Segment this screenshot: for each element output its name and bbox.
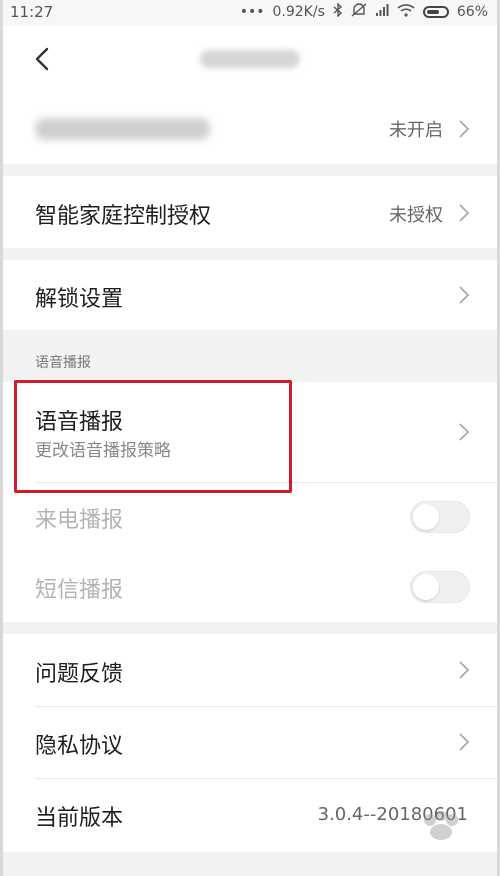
battery-percent: 66% xyxy=(456,4,488,20)
settings-row-blurred[interactable]: 未开启 xyxy=(0,94,500,164)
nav-bar xyxy=(0,26,500,94)
chevron-right-icon xyxy=(459,423,470,441)
sms-broadcast-toggle[interactable] xyxy=(410,571,470,603)
settings-row-call-broadcast: 来电播报 xyxy=(0,482,500,552)
settings-row-voice-broadcast[interactable]: 语音播报 更改语音播报策略 xyxy=(0,382,500,482)
chevron-left-icon xyxy=(35,47,49,71)
row-label: 当前版本 xyxy=(35,806,124,831)
blurred-label xyxy=(35,118,210,140)
settings-row-smart-home-auth[interactable]: 智能家庭控制授权 未授权 xyxy=(0,176,500,248)
bluetooth-icon xyxy=(333,2,343,21)
signal-icon xyxy=(375,3,389,21)
row-label: 隐私协议 xyxy=(35,734,124,759)
settings-row-version: 当前版本 3.0.4--20180601 xyxy=(0,778,500,852)
row-value: 未授权 xyxy=(389,205,443,226)
status-bar: 11:27 ••• 0.92K/s 66% xyxy=(0,0,500,26)
row-label: 问题反馈 xyxy=(35,662,124,687)
settings-row-sms-broadcast: 短信播报 xyxy=(0,552,500,622)
row-value: 未开启 xyxy=(389,120,443,141)
row-label: 智能家庭控制授权 xyxy=(35,204,212,229)
status-time: 11:27 xyxy=(10,3,54,21)
back-button[interactable] xyxy=(28,44,58,74)
voice-settings-group: 语音播报 更改语音播报策略 来电播报 短信播报 xyxy=(0,382,500,622)
battery-icon xyxy=(422,6,449,18)
chevron-right-icon xyxy=(459,120,470,138)
chevron-right-icon xyxy=(459,204,470,222)
settings-row-privacy[interactable]: 隐私协议 xyxy=(0,706,500,778)
chevron-right-icon xyxy=(459,733,470,751)
chevron-right-icon xyxy=(459,286,470,304)
row-label: 解锁设置 xyxy=(35,287,124,312)
status-icons: ••• 0.92K/s 66% xyxy=(239,2,488,21)
section-header-voice: 语音播报 xyxy=(35,355,91,371)
version-value: 3.0.4--20180601 xyxy=(317,804,468,825)
settings-row-feedback[interactable]: 问题反馈 xyxy=(0,634,500,706)
row-label: 短信播报 xyxy=(35,578,124,603)
toggle-knob xyxy=(413,574,439,600)
row-label: 语音播报 xyxy=(35,410,124,435)
network-speed: 0.92K/s xyxy=(272,4,325,20)
about-settings-group: 问题反馈 隐私协议 当前版本 3.0.4--20180601 xyxy=(0,634,500,852)
toggle-knob xyxy=(413,504,439,530)
settings-row-unlock[interactable]: 解锁设置 xyxy=(0,260,500,330)
wifi-icon xyxy=(397,3,415,21)
page-title xyxy=(200,50,300,68)
row-label: 来电播报 xyxy=(35,508,124,533)
call-broadcast-toggle[interactable] xyxy=(410,501,470,533)
chevron-right-icon xyxy=(459,661,470,679)
more-dots-icon: ••• xyxy=(239,4,265,20)
mute-icon xyxy=(351,3,367,21)
row-subtitle: 更改语音播报策略 xyxy=(35,441,171,461)
